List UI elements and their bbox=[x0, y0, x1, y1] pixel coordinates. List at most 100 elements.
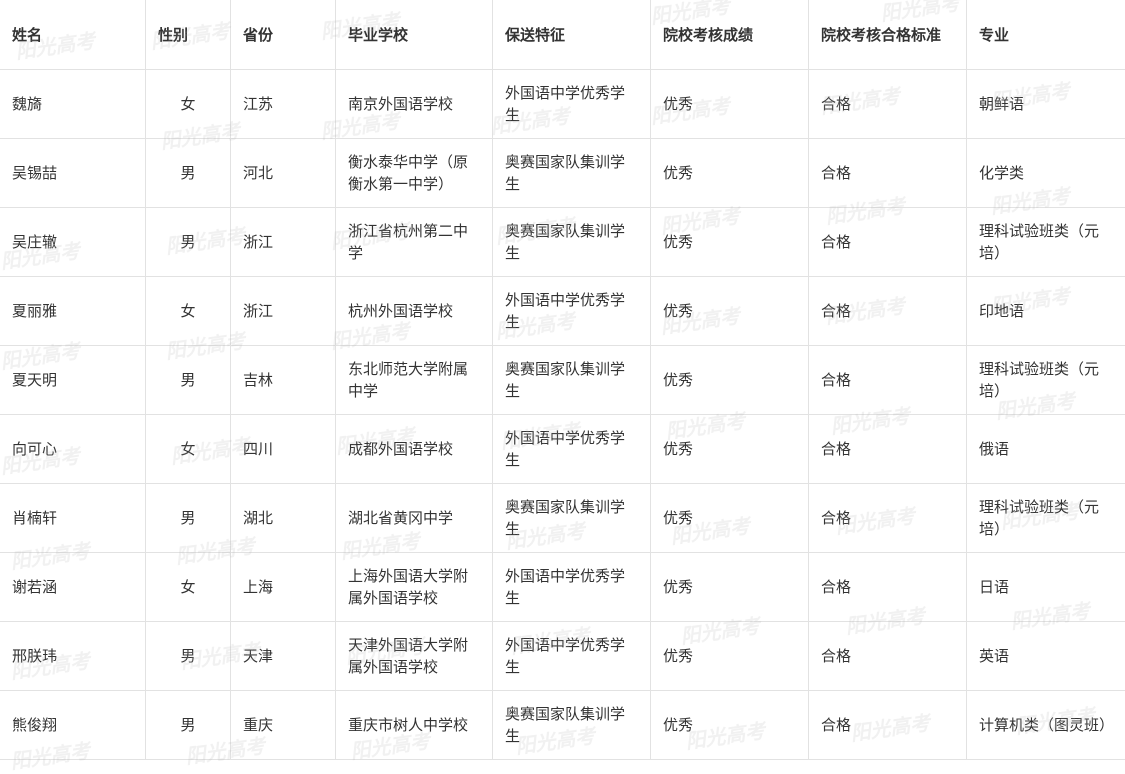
cell-standard: 合格 bbox=[809, 415, 967, 484]
table-row: 魏旖女江苏南京外国语学校外国语中学优秀学生优秀合格朝鲜语 bbox=[0, 70, 1125, 139]
cell-score: 优秀 bbox=[651, 277, 809, 346]
cell-score: 优秀 bbox=[651, 622, 809, 691]
cell-score: 优秀 bbox=[651, 691, 809, 760]
cell-score: 优秀 bbox=[651, 346, 809, 415]
cell-major: 朝鲜语 bbox=[967, 70, 1125, 139]
cell-province: 天津 bbox=[231, 622, 336, 691]
cell-name: 谢若涵 bbox=[0, 553, 146, 622]
cell-gender: 女 bbox=[146, 415, 231, 484]
cell-feature: 外国语中学优秀学生 bbox=[493, 277, 651, 346]
cell-province: 四川 bbox=[231, 415, 336, 484]
table-row: 向可心女四川成都外国语学校外国语中学优秀学生优秀合格俄语 bbox=[0, 415, 1125, 484]
cell-gender: 男 bbox=[146, 484, 231, 553]
admission-table: 姓名 性别 省份 毕业学校 保送特征 院校考核成绩 院校考核合格标准 专业 魏旖… bbox=[0, 0, 1125, 760]
cell-major: 日语 bbox=[967, 553, 1125, 622]
cell-name: 肖楠轩 bbox=[0, 484, 146, 553]
cell-province: 浙江 bbox=[231, 208, 336, 277]
cell-score: 优秀 bbox=[651, 415, 809, 484]
cell-feature: 外国语中学优秀学生 bbox=[493, 415, 651, 484]
cell-standard: 合格 bbox=[809, 553, 967, 622]
table-row: 谢若涵女上海上海外国语大学附属外国语学校外国语中学优秀学生优秀合格日语 bbox=[0, 553, 1125, 622]
header-province: 省份 bbox=[231, 0, 336, 70]
cell-feature: 奥赛国家队集训学生 bbox=[493, 484, 651, 553]
cell-standard: 合格 bbox=[809, 208, 967, 277]
header-school: 毕业学校 bbox=[336, 0, 493, 70]
cell-gender: 女 bbox=[146, 553, 231, 622]
table-header-row: 姓名 性别 省份 毕业学校 保送特征 院校考核成绩 院校考核合格标准 专业 bbox=[0, 0, 1125, 70]
cell-standard: 合格 bbox=[809, 277, 967, 346]
cell-score: 优秀 bbox=[651, 484, 809, 553]
cell-major: 计算机类（图灵班） bbox=[967, 691, 1125, 760]
cell-feature: 外国语中学优秀学生 bbox=[493, 70, 651, 139]
table-row: 吴庄辙男浙江浙江省杭州第二中学奥赛国家队集训学生优秀合格理科试验班类（元培） bbox=[0, 208, 1125, 277]
cell-standard: 合格 bbox=[809, 484, 967, 553]
cell-province: 上海 bbox=[231, 553, 336, 622]
cell-score: 优秀 bbox=[651, 208, 809, 277]
cell-name: 夏天明 bbox=[0, 346, 146, 415]
cell-major: 理科试验班类（元培） bbox=[967, 346, 1125, 415]
header-major: 专业 bbox=[967, 0, 1125, 70]
cell-school: 衡水泰华中学（原衡水第一中学） bbox=[336, 139, 493, 208]
cell-school: 南京外国语学校 bbox=[336, 70, 493, 139]
cell-name: 夏丽雅 bbox=[0, 277, 146, 346]
cell-province: 浙江 bbox=[231, 277, 336, 346]
cell-school: 湖北省黄冈中学 bbox=[336, 484, 493, 553]
cell-school: 重庆市树人中学校 bbox=[336, 691, 493, 760]
cell-province: 重庆 bbox=[231, 691, 336, 760]
cell-major: 印地语 bbox=[967, 277, 1125, 346]
cell-standard: 合格 bbox=[809, 139, 967, 208]
cell-score: 优秀 bbox=[651, 70, 809, 139]
cell-gender: 男 bbox=[146, 691, 231, 760]
cell-school: 东北师范大学附属中学 bbox=[336, 346, 493, 415]
cell-major: 化学类 bbox=[967, 139, 1125, 208]
cell-standard: 合格 bbox=[809, 691, 967, 760]
cell-major: 俄语 bbox=[967, 415, 1125, 484]
cell-school: 成都外国语学校 bbox=[336, 415, 493, 484]
cell-gender: 男 bbox=[146, 346, 231, 415]
header-name: 姓名 bbox=[0, 0, 146, 70]
cell-major: 理科试验班类（元培） bbox=[967, 484, 1125, 553]
cell-feature: 奥赛国家队集训学生 bbox=[493, 208, 651, 277]
cell-name: 吴庄辙 bbox=[0, 208, 146, 277]
cell-feature: 奥赛国家队集训学生 bbox=[493, 139, 651, 208]
cell-feature: 外国语中学优秀学生 bbox=[493, 553, 651, 622]
cell-feature: 外国语中学优秀学生 bbox=[493, 622, 651, 691]
cell-province: 吉林 bbox=[231, 346, 336, 415]
cell-feature: 奥赛国家队集训学生 bbox=[493, 346, 651, 415]
cell-standard: 合格 bbox=[809, 346, 967, 415]
table-row: 肖楠轩男湖北湖北省黄冈中学奥赛国家队集训学生优秀合格理科试验班类（元培） bbox=[0, 484, 1125, 553]
cell-province: 江苏 bbox=[231, 70, 336, 139]
cell-province: 湖北 bbox=[231, 484, 336, 553]
cell-feature: 奥赛国家队集训学生 bbox=[493, 691, 651, 760]
cell-name: 向可心 bbox=[0, 415, 146, 484]
table-row: 吴锡喆男河北衡水泰华中学（原衡水第一中学）奥赛国家队集训学生优秀合格化学类 bbox=[0, 139, 1125, 208]
cell-name: 邢朕玮 bbox=[0, 622, 146, 691]
cell-name: 熊俊翔 bbox=[0, 691, 146, 760]
cell-gender: 女 bbox=[146, 70, 231, 139]
header-gender: 性别 bbox=[146, 0, 231, 70]
cell-province: 河北 bbox=[231, 139, 336, 208]
header-feature: 保送特征 bbox=[493, 0, 651, 70]
cell-standard: 合格 bbox=[809, 70, 967, 139]
header-score: 院校考核成绩 bbox=[651, 0, 809, 70]
table-row: 夏丽雅女浙江杭州外国语学校外国语中学优秀学生优秀合格印地语 bbox=[0, 277, 1125, 346]
cell-gender: 男 bbox=[146, 622, 231, 691]
cell-major: 理科试验班类（元培） bbox=[967, 208, 1125, 277]
cell-gender: 男 bbox=[146, 139, 231, 208]
cell-score: 优秀 bbox=[651, 139, 809, 208]
header-standard: 院校考核合格标准 bbox=[809, 0, 967, 70]
cell-major: 英语 bbox=[967, 622, 1125, 691]
cell-gender: 女 bbox=[146, 277, 231, 346]
table-row: 熊俊翔男重庆重庆市树人中学校奥赛国家队集训学生优秀合格计算机类（图灵班） bbox=[0, 691, 1125, 760]
table-row: 夏天明男吉林东北师范大学附属中学奥赛国家队集训学生优秀合格理科试验班类（元培） bbox=[0, 346, 1125, 415]
cell-score: 优秀 bbox=[651, 553, 809, 622]
cell-school: 浙江省杭州第二中学 bbox=[336, 208, 493, 277]
cell-standard: 合格 bbox=[809, 622, 967, 691]
cell-school: 天津外国语大学附属外国语学校 bbox=[336, 622, 493, 691]
table-row: 邢朕玮男天津天津外国语大学附属外国语学校外国语中学优秀学生优秀合格英语 bbox=[0, 622, 1125, 691]
cell-school: 上海外国语大学附属外国语学校 bbox=[336, 553, 493, 622]
cell-name: 魏旖 bbox=[0, 70, 146, 139]
cell-gender: 男 bbox=[146, 208, 231, 277]
cell-name: 吴锡喆 bbox=[0, 139, 146, 208]
cell-school: 杭州外国语学校 bbox=[336, 277, 493, 346]
